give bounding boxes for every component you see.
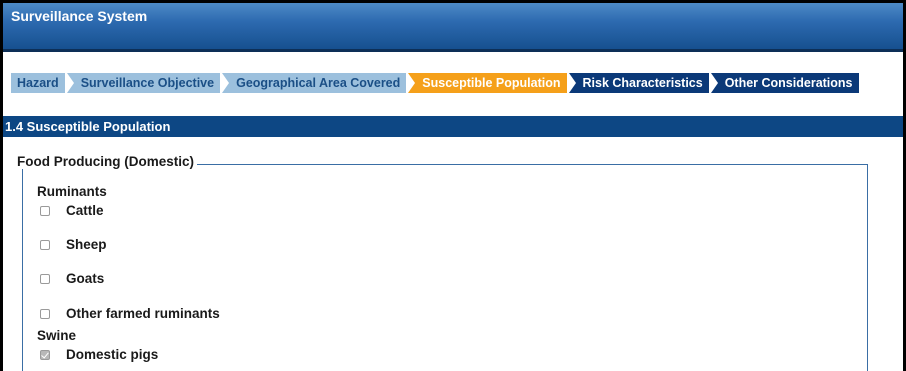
domestic-pigs-checkbox[interactable] [40, 349, 50, 360]
cattle-checkbox[interactable] [40, 205, 50, 216]
food-producing-fieldset [22, 164, 868, 371]
app-title: Surveillance System [11, 8, 148, 24]
goats-checkbox[interactable] [40, 273, 50, 284]
tab-surveillance-objective[interactable]: Surveillance Objective [66, 73, 221, 93]
option-cattle[interactable]: Cattle [40, 203, 104, 218]
option-label: Sheep [66, 237, 107, 252]
option-domestic-pigs[interactable]: Domestic pigs [40, 347, 158, 362]
tab-label: Hazard [17, 76, 59, 90]
title-bar: Surveillance System [3, 3, 903, 49]
option-label: Cattle [66, 203, 104, 218]
tab-label: Geographical Area Covered [236, 76, 401, 90]
option-other-farmed-ruminants[interactable]: Other farmed ruminants [40, 306, 220, 321]
tab-hazard[interactable]: Hazard [11, 73, 65, 93]
tab-label: Risk Characteristics [582, 76, 703, 90]
tab-risk-characteristics[interactable]: Risk Characteristics [568, 73, 709, 93]
group-label-swine: Swine [37, 328, 77, 343]
tab-arrow-icon [222, 73, 230, 93]
sheep-checkbox[interactable] [40, 239, 50, 250]
tab-arrow-icon [710, 73, 718, 93]
tab-label: Other Considerations [724, 76, 853, 90]
tab-label: Surveillance Objective [80, 76, 215, 90]
section-title: 1.4 Susceptible Population [3, 116, 903, 137]
other-farmed-ruminants-checkbox[interactable] [40, 308, 50, 319]
tab-susceptible-population[interactable]: Susceptible Population [408, 73, 567, 93]
group-label-ruminants: Ruminants [37, 184, 107, 199]
option-label: Domestic pigs [66, 347, 159, 362]
app-window: Surveillance System Hazard Surveillance … [0, 0, 906, 371]
tab-geographical-area-covered[interactable]: Geographical Area Covered [222, 73, 407, 93]
fieldset-legend: Food Producing (Domestic) [14, 154, 197, 169]
option-goats[interactable]: Goats [40, 271, 104, 286]
tab-other-considerations[interactable]: Other Considerations [710, 73, 859, 93]
option-label: Other farmed ruminants [66, 306, 220, 321]
option-label: Goats [66, 271, 105, 286]
tab-label: Susceptible Population [422, 76, 561, 90]
tab-arrow-icon [66, 73, 74, 93]
wizard-tabs: Hazard Surveillance Objective Geographic… [11, 73, 861, 93]
option-sheep[interactable]: Sheep [40, 237, 107, 252]
title-underline [3, 49, 903, 52]
tab-arrow-icon [408, 73, 416, 93]
tab-arrow-icon [568, 73, 576, 93]
